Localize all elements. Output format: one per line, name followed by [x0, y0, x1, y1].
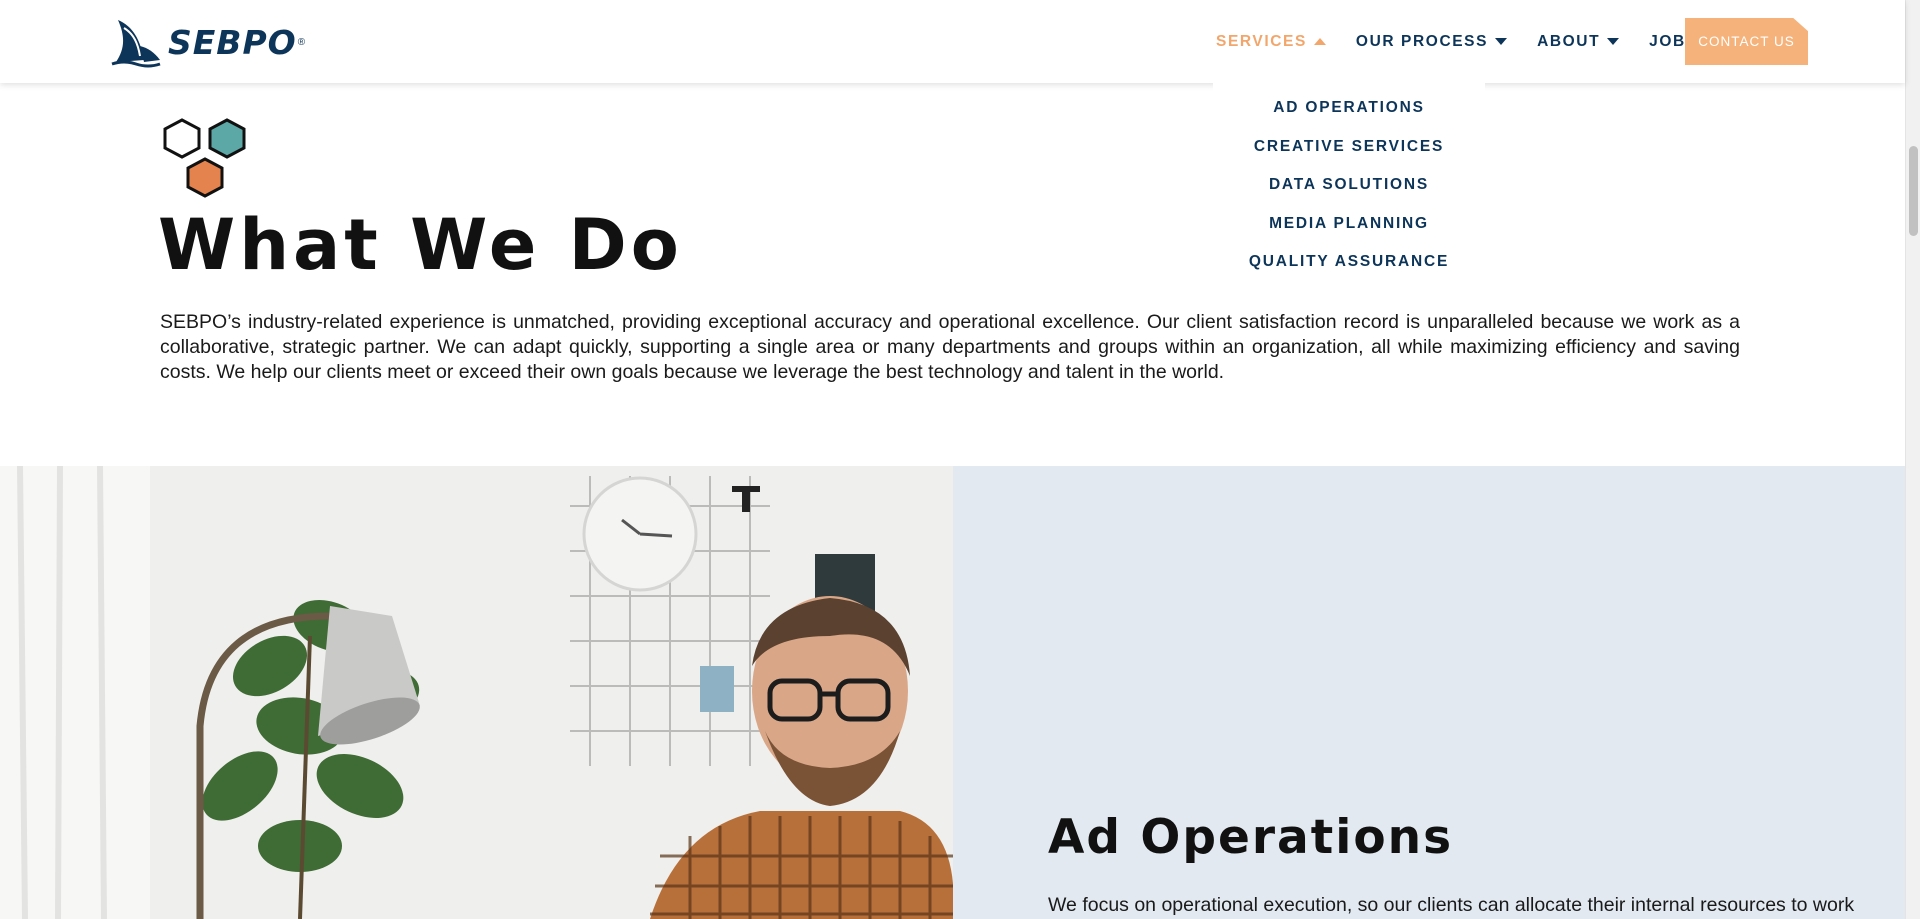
menu-item-creative-services[interactable]: CREATIVE SERVICES	[1213, 128, 1485, 167]
main-nav: SERVICES OUR PROCESS ABOUT JOBS	[1216, 0, 1728, 83]
nav-services[interactable]: SERVICES	[1216, 33, 1326, 51]
menu-item-quality-assurance[interactable]: QUALITY ASSURANCE	[1213, 243, 1485, 282]
logo-wordmark: SEBPO	[168, 22, 297, 62]
caret-down-icon	[1495, 38, 1508, 45]
menu-item-data-solutions[interactable]: DATA SOLUTIONS	[1213, 166, 1485, 205]
caret-down-icon	[1607, 38, 1620, 45]
sebpo-ship-logo-icon	[111, 20, 161, 68]
logo-registered-mark: ®	[297, 36, 306, 48]
contact-us-button[interactable]: CONTACT US	[1685, 18, 1808, 65]
site-header: SEBPO ® SERVICES OUR PROCESS ABOUT JOBS …	[0, 0, 1905, 83]
nav-about[interactable]: ABOUT	[1537, 32, 1620, 51]
hexagon-cluster-icon	[163, 118, 246, 198]
ad-operations-panel: Ad Operations We focus on operational ex…	[953, 466, 1905, 919]
nav-about-label: ABOUT	[1537, 32, 1601, 50]
nav-our-process-label: OUR PROCESS	[1355, 32, 1489, 50]
nav-services-label: SERVICES	[1216, 32, 1307, 50]
intro-paragraph: SEBPO’s industry-related experience is u…	[160, 311, 1740, 383]
menu-item-ad-operations[interactable]: AD OPERATIONS	[1213, 89, 1485, 128]
sebpo-logo[interactable]: SEBPO ®	[110, 16, 305, 68]
page-title: What We Do	[158, 204, 683, 286]
photo-illustration	[0, 466, 953, 919]
caret-up-icon	[1313, 38, 1326, 45]
nav-our-process[interactable]: OUR PROCESS	[1355, 32, 1508, 51]
services-dropdown-menu: AD OPERATIONS CREATIVE SERVICES DATA SOL…	[1213, 83, 1485, 271]
service-description: We focus on operational execution, so ou…	[1048, 894, 1855, 916]
menu-item-media-planning[interactable]: MEDIA PLANNING	[1213, 205, 1485, 244]
page-scrollbar[interactable]	[1905, 0, 1920, 919]
service-title: Ad Operations	[1048, 810, 1454, 865]
man-at-desk-photo	[0, 466, 953, 919]
scrollbar-thumb[interactable]	[1909, 146, 1918, 236]
